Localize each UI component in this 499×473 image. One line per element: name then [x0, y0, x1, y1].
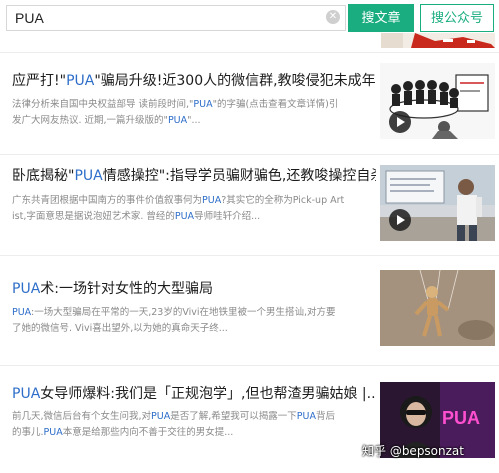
description-text: 本意是给那些内向不善于交往的男女提... — [62, 427, 234, 438]
description-line: 了她的微信号. Vivi喜出望外,以为她的真命天子终... — [12, 321, 374, 337]
keyword-highlight: PUA — [43, 427, 63, 438]
keyword-highlight: PUA — [202, 195, 222, 206]
title-text: 女导师爆料:我们是「正规泡学」,但也帮渣男骗姑娘 |... — [40, 386, 376, 402]
description-text: 是否了解,希望我可以揭露一下 — [170, 411, 297, 422]
description-line: 的事儿.PUA本意是给那些内向不善于交往的男女提... — [12, 425, 374, 441]
previous-result-thumbnail[interactable] — [381, 33, 495, 48]
result-item[interactable]: 应严打!"PUA"骗局升级!近300人的微信群,教唆侵犯未成年人! 法律分析来自… — [0, 52, 499, 154]
keyword-highlight: PUA — [151, 411, 171, 422]
description-line: PUA:一场大型骗局在平常的一天,23岁的Vivi在地铁里被一个男生搭讪,对方要 — [12, 305, 374, 321]
description-line: 发广大网友热议. 近期,一篇升级版的"PUA"... — [12, 113, 374, 129]
title-text: 情感操控":指导学员骗财骗色,还教唆操控自杀 — [102, 168, 376, 184]
result-description: 广东共青团根据中国南方的事件价值叙事何为PUA?其实它的全称为Pick-up A… — [12, 193, 374, 225]
description-line: 前几天,微信后台有个女生问我,对PUA是否了解,希望我可以揭露一下PUA背后 — [12, 409, 374, 425]
description-text: 的事儿. — [12, 427, 44, 438]
thumbnail-wooden-puppet-art — [380, 270, 495, 346]
play-icon[interactable] — [389, 209, 411, 231]
result-description: 前几天,微信后台有个女生问我,对PUA是否了解,希望我可以揭露一下PUA背后 的事… — [12, 409, 374, 441]
keyword-highlight: PUA — [174, 211, 195, 222]
title-text: 卧底揭秘" — [12, 168, 75, 184]
watermark: 知乎 @bepsonzat — [362, 444, 464, 458]
thumbnail-meeting-cartoon[interactable] — [380, 63, 495, 139]
keyword-highlight: PUA — [12, 386, 41, 402]
description-text: ?其实它的全称为Pick-up Art — [221, 195, 345, 206]
result-description: PUA:一场大型骗局在平常的一天,23岁的Vivi在地铁里被一个男生搭讪,对方要… — [12, 305, 374, 337]
result-title[interactable]: 应严打!"PUA"骗局升级!近300人的微信群,教唆侵犯未成年人! — [12, 72, 376, 90]
result-description: 法律分析来自国中央权益部导 读前段时间,"PUA"的字骗(点击查看文章详情)引发… — [12, 97, 374, 129]
keyword-highlight: PUA — [12, 281, 41, 297]
thumbnail-lecture-classroom[interactable] — [380, 165, 495, 241]
description-text: 广东共青团根据中国南方的事件价值叙事何为 — [12, 195, 203, 206]
description-line: 广东共青团根据中国南方的事件价值叙事何为PUA?其实它的全称为Pick-up A… — [12, 193, 374, 209]
title-text: 应严打!" — [12, 73, 67, 89]
result-item[interactable]: 卧底揭秘"PUA情感操控":指导学员骗财骗色,还教唆操控自杀 广东共青团根据中国… — [0, 154, 499, 255]
result-title[interactable]: PUA术:一场针对女性的大型骗局 — [12, 280, 376, 298]
description-text: "... — [187, 115, 201, 126]
result-title[interactable]: 卧底揭秘"PUA情感操控":指导学员骗财骗色,还教唆操控自杀 — [12, 167, 376, 185]
search-articles-button[interactable]: 搜文章 — [348, 4, 414, 32]
search-accounts-button[interactable]: 搜公众号 — [420, 4, 494, 32]
description-text: 法律分析来自国中央权益部导 读前段时间," — [12, 99, 194, 110]
keyword-highlight: PUA — [193, 99, 213, 110]
thumbnail-pua-text: PUA — [442, 408, 480, 428]
thumbnail-wooden-puppet[interactable] — [380, 270, 495, 346]
description-text: "的字骗(点击查看文章详情)引 — [212, 99, 339, 110]
result-item[interactable]: PUA术:一场针对女性的大型骗局 PUA:一场大型骗局在平常的一天,23岁的Vi… — [0, 255, 499, 365]
description-text: 发广大网友热议. 近期,一篇升级版的" — [12, 115, 168, 126]
description-line: ist,字面意思是据说泡妞艺术家. 曾经的PUA导师哇轩介绍... — [12, 209, 374, 225]
description-text: :一场大型骗局在平常的一天,23岁的Vivi在地铁里被一个男生搭讪,对方要 — [31, 307, 336, 318]
description-text: 了她的微信号. Vivi喜出望外,以为她的真命天子终... — [12, 323, 228, 334]
description-text: 前几天,微信后台有个女生问我,对 — [12, 411, 152, 422]
description-text: 导师哇轩介绍... — [194, 211, 261, 222]
keyword-highlight: PUA — [296, 411, 316, 422]
keyword-highlight: PUA — [66, 73, 95, 89]
title-text: "骗局升级!近300人的微信群,教唆侵犯未成年人! — [94, 73, 376, 89]
search-input[interactable] — [6, 5, 346, 31]
result-title[interactable]: PUA女导师爆料:我们是「正规泡学」,但也帮渣男骗姑娘 |... — [12, 385, 376, 403]
description-line: 法律分析来自国中央权益部导 读前段时间,"PUA"的字骗(点击查看文章详情)引 — [12, 97, 374, 113]
results-list: 应严打!"PUA"骗局升级!近300人的微信群,教唆侵犯未成年人! 法律分析来自… — [0, 52, 499, 465]
description-text: ist,字面意思是据说泡妞艺术家. 曾经的 — [12, 211, 175, 222]
play-icon[interactable] — [389, 111, 411, 133]
title-text: 术:一场针对女性的大型骗局 — [40, 281, 213, 297]
keyword-highlight: PUA — [12, 307, 32, 318]
clear-icon[interactable]: ✕ — [326, 10, 340, 24]
description-text: 背后 — [315, 411, 335, 422]
keyword-highlight: PUA — [167, 115, 188, 126]
keyword-highlight: PUA — [74, 168, 103, 184]
